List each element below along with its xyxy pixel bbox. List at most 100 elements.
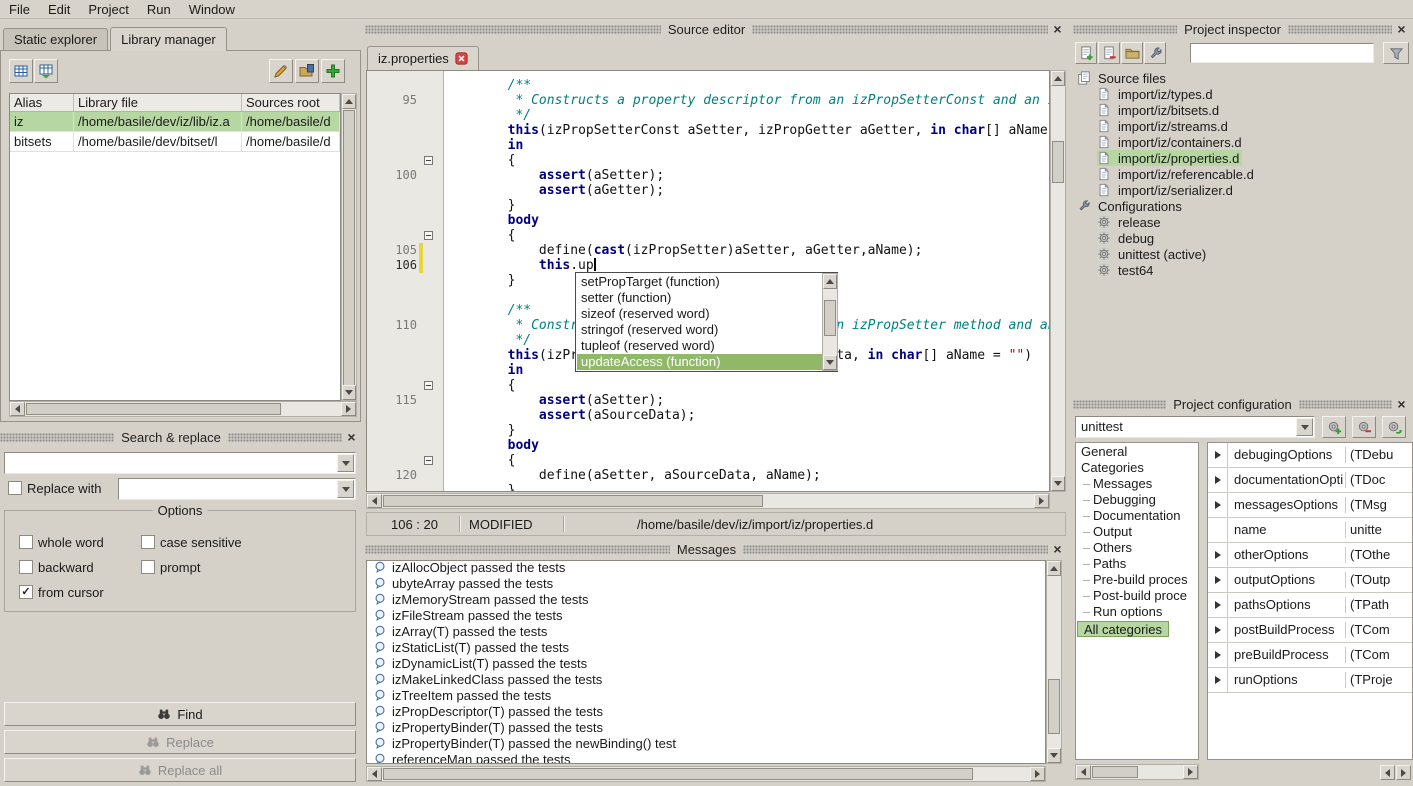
scroll-right-button[interactable] bbox=[1396, 765, 1411, 780]
case-sensitive-checkbox[interactable] bbox=[141, 535, 155, 549]
property-value[interactable]: (TCom bbox=[1345, 647, 1407, 663]
code-line-109[interactable]: /** bbox=[445, 303, 531, 318]
completion-item[interactable]: sizeof (reserved word) bbox=[577, 306, 822, 322]
message-item[interactable]: izPropertyBinder(T) passed the newBindin… bbox=[367, 735, 1045, 751]
scroll-left-button[interactable] bbox=[1380, 765, 1395, 780]
tab-library-manager[interactable]: Library manager bbox=[110, 27, 227, 51]
completion-item[interactable]: setter (function) bbox=[577, 290, 822, 306]
filter-input[interactable] bbox=[1191, 44, 1373, 62]
table-row[interactable]: iz/home/basile/dev/iz/lib/iz.a/home/basi… bbox=[10, 112, 340, 132]
expand-icon[interactable] bbox=[1208, 493, 1228, 517]
library-table-vertical-scrollbar[interactable] bbox=[341, 93, 357, 401]
code-line-107[interactable]: } bbox=[445, 273, 515, 288]
fold-toggle-icon[interactable] bbox=[424, 381, 433, 390]
message-item[interactable]: izDynamicList(T) passed the tests bbox=[367, 655, 1045, 671]
property-row-otheroptions[interactable]: otherOptions(TOthe bbox=[1208, 543, 1412, 568]
editor-tab-iz-properties[interactable]: iz.properties bbox=[367, 46, 479, 70]
property-value[interactable]: (TOthe bbox=[1345, 547, 1407, 563]
scroll-thumb[interactable] bbox=[824, 300, 836, 336]
code-line-115[interactable]: assert(aSetter); bbox=[445, 393, 664, 408]
scroll-thumb[interactable] bbox=[1052, 141, 1064, 183]
code-line-105[interactable]: define(cast(izPropSetter)aSetter, aGette… bbox=[445, 243, 922, 258]
scroll-left-button[interactable] bbox=[10, 402, 25, 416]
code-line-117[interactable]: } bbox=[445, 423, 515, 438]
message-item[interactable]: izPropertyBinder(T) passed the tests bbox=[367, 719, 1045, 735]
configuration-selector[interactable]: unittest bbox=[1075, 416, 1315, 438]
tree-file-import-iz-serializer-d[interactable]: import/iz/serializer.d bbox=[1097, 182, 1236, 198]
tree-file-import-iz-streams-d[interactable]: import/iz/streams.d bbox=[1097, 118, 1231, 134]
category-pre-build-proces[interactable]: Pre-build proces bbox=[1076, 572, 1198, 588]
messages-vertical-scrollbar[interactable] bbox=[1046, 560, 1062, 764]
column-header-alias[interactable]: Alias bbox=[10, 94, 74, 111]
load-library-list-button[interactable] bbox=[34, 59, 58, 83]
message-item[interactable]: izArray(T) passed the tests bbox=[367, 623, 1045, 639]
scroll-thumb[interactable] bbox=[26, 403, 281, 415]
sources-root-cell[interactable]: /home/basile/d bbox=[242, 112, 340, 131]
replace-button[interactable]: Replace bbox=[4, 730, 356, 754]
code-line-119[interactable]: { bbox=[445, 453, 515, 468]
menu-file[interactable]: File bbox=[0, 0, 39, 19]
library-file-cell[interactable]: /home/basile/dev/iz/lib/iz.a bbox=[74, 112, 242, 131]
scroll-down-button[interactable] bbox=[1047, 748, 1061, 763]
column-header-sources-root[interactable]: Sources root bbox=[242, 94, 340, 111]
message-item[interactable]: izMemoryStream passed the tests bbox=[367, 591, 1045, 607]
tree-config-debug[interactable]: debug bbox=[1097, 230, 1157, 246]
scroll-right-button[interactable] bbox=[341, 402, 356, 416]
property-row-messagesoptions[interactable]: messagesOptions(TMsg bbox=[1208, 493, 1412, 518]
open-library-file-button[interactable] bbox=[295, 59, 319, 83]
add-configuration-button[interactable] bbox=[1322, 416, 1346, 438]
all-categories-button[interactable]: All categories bbox=[1077, 621, 1169, 637]
completion-scrollbar[interactable] bbox=[822, 273, 838, 371]
sources-root-cell[interactable]: /home/basile/d bbox=[242, 132, 340, 151]
completion-item[interactable]: setPropTarget (function) bbox=[577, 274, 822, 290]
inspector-filter-field[interactable] bbox=[1190, 43, 1374, 63]
message-item[interactable]: izTreeItem passed the tests bbox=[367, 687, 1045, 703]
code-line-116[interactable]: assert(aSourceData); bbox=[445, 408, 695, 423]
messages-horizontal-scrollbar[interactable] bbox=[366, 766, 1046, 782]
scroll-right-button[interactable] bbox=[1183, 765, 1198, 779]
code-line-113[interactable]: in bbox=[445, 363, 523, 378]
completion-item[interactable]: stringof (reserved word) bbox=[577, 322, 822, 338]
scroll-up-button[interactable] bbox=[823, 274, 837, 289]
tree-file-import-iz-properties-d[interactable]: import/iz/properties.d bbox=[1097, 150, 1242, 166]
chevron-down-icon[interactable] bbox=[1296, 418, 1313, 436]
message-item[interactable]: referenceMan passed the tests bbox=[367, 751, 1045, 764]
tree-file-import-iz-bitsets-d[interactable]: import/iz/bitsets.d bbox=[1097, 102, 1222, 118]
remove-configuration-button[interactable] bbox=[1352, 416, 1376, 438]
code-line-102[interactable]: } bbox=[445, 198, 515, 213]
category-documentation[interactable]: Documentation bbox=[1076, 508, 1198, 524]
property-value[interactable]: (TProje bbox=[1345, 672, 1407, 688]
edit-alias-button[interactable] bbox=[269, 59, 293, 83]
property-row-postbuildprocess[interactable]: postBuildProcess(TCom bbox=[1208, 618, 1412, 643]
scroll-right-button[interactable] bbox=[1034, 494, 1049, 508]
menu-run[interactable]: Run bbox=[138, 0, 180, 19]
alias-cell[interactable]: iz bbox=[10, 112, 74, 131]
tab-static-explorer[interactable]: Static explorer bbox=[3, 28, 108, 51]
category-debugging[interactable]: Debugging bbox=[1076, 492, 1198, 508]
scroll-thumb[interactable] bbox=[383, 495, 763, 507]
menu-edit[interactable]: Edit bbox=[39, 0, 79, 19]
add-folder-button[interactable] bbox=[1121, 42, 1143, 64]
property-value[interactable]: (TDoc bbox=[1345, 472, 1407, 488]
code-line-111[interactable]: */ bbox=[445, 333, 531, 348]
fold-toggle-icon[interactable] bbox=[424, 156, 433, 165]
property-value[interactable]: (TPath bbox=[1345, 597, 1407, 613]
message-item[interactable]: izFileStream passed the tests bbox=[367, 607, 1045, 623]
code-line-120[interactable]: define(aSetter, aSourceData, aName); bbox=[445, 468, 821, 483]
code-line-97[interactable]: this(izPropSetterConst aSetter, izPropGe… bbox=[445, 123, 1049, 138]
property-value[interactable]: (TMsg bbox=[1345, 497, 1407, 513]
property-row-name[interactable]: nameunitte bbox=[1208, 518, 1412, 543]
property-row-outputoptions[interactable]: outputOptions(TOutp bbox=[1208, 568, 1412, 593]
fold-toggle-icon[interactable] bbox=[424, 456, 433, 465]
tree-file-import-iz-types-d[interactable]: import/iz/types.d bbox=[1097, 86, 1216, 102]
message-item[interactable]: izPropDescriptor(T) passed the tests bbox=[367, 703, 1045, 719]
category-categories[interactable]: Categories bbox=[1076, 460, 1198, 476]
scroll-thumb[interactable] bbox=[1092, 766, 1138, 778]
replace-with-checkbox[interactable] bbox=[8, 481, 22, 495]
completion-item[interactable]: updateAccess (function) bbox=[577, 354, 822, 370]
add-source-button[interactable] bbox=[1075, 42, 1097, 64]
message-item[interactable]: izStaticList(T) passed the tests bbox=[367, 639, 1045, 655]
alias-cell[interactable]: bitsets bbox=[10, 132, 74, 151]
scroll-thumb[interactable] bbox=[383, 768, 973, 780]
code-line-95[interactable]: * Constructs a property descriptor from … bbox=[445, 93, 1049, 108]
